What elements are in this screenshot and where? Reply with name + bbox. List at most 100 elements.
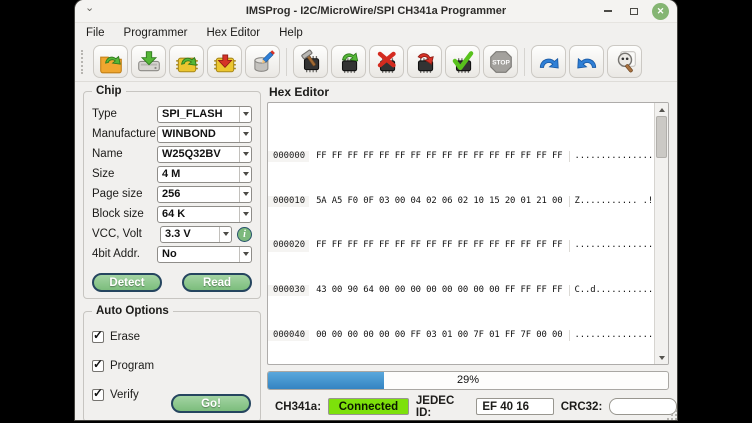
- import-part-button[interactable]: [169, 45, 204, 78]
- chip-manufacture-row: Manufacture WINBOND: [92, 124, 252, 144]
- type-select[interactable]: SPI_FLASH: [157, 106, 252, 123]
- jedec-id-label: JEDEC ID:: [416, 395, 469, 419]
- name-label: Name: [92, 148, 157, 160]
- crc32-field[interactable]: [609, 398, 677, 415]
- addr-4bit-select[interactable]: No: [157, 246, 252, 263]
- save-to-disk-icon: [136, 49, 162, 75]
- hex-bytes[interactable]: FF FF FF FF FF FF FF FF FF FF FF FF FF F…: [309, 240, 562, 251]
- size-label: Size: [92, 168, 157, 180]
- hex-ascii[interactable]: ................: [569, 330, 655, 341]
- menu-item[interactable]: File: [86, 27, 105, 39]
- hex-address: 000040: [268, 330, 309, 341]
- chip-vcc-row: VCC, Volt 3.3 V i: [92, 224, 252, 244]
- chip-group-title: Chip: [92, 85, 126, 97]
- menu-item[interactable]: Help: [279, 27, 303, 39]
- verify-chip-button[interactable]: [445, 45, 480, 78]
- read-chip-button[interactable]: [331, 45, 366, 78]
- hex-row: 000040 00 00 00 00 00 00 FF 03 01 00 7F …: [268, 330, 654, 341]
- erase-chip-button[interactable]: [369, 45, 404, 78]
- save-file-button[interactable]: [131, 45, 166, 78]
- erase-label: Erase: [110, 331, 140, 343]
- jedec-id-field[interactable]: EF 40 16: [476, 398, 553, 415]
- chevron-down-icon: [239, 127, 251, 142]
- menu-item[interactable]: Hex Editor: [206, 27, 260, 39]
- chevron-down-icon: [239, 107, 251, 122]
- chip-pagesize-row: Page size 256: [92, 184, 252, 204]
- crc32-label: CRC32:: [561, 401, 603, 413]
- addr-4bit-value: No: [158, 247, 239, 262]
- program-checkbox[interactable]: ✓: [92, 360, 104, 372]
- erase-checkbox[interactable]: ✓: [92, 331, 104, 343]
- chip-write-icon: [412, 49, 438, 75]
- hex-editor-panel: Hex Editor 000000 FF FF FF FF FF FF FF F…: [267, 84, 669, 390]
- chip-import-icon: [174, 49, 200, 75]
- stop-button[interactable]: STOP: [483, 45, 518, 78]
- chip-size-row: Size 4 M: [92, 164, 252, 184]
- edit-buffer-button[interactable]: [245, 45, 280, 78]
- hex-ascii[interactable]: C..d............: [569, 285, 655, 296]
- chip-groupbox: Chip Type SPI_FLASH Manufacture WINBOND: [83, 91, 261, 299]
- svg-text:STOP: STOP: [492, 59, 510, 66]
- page-size-value: 256: [158, 187, 239, 202]
- chip-4bit-row: 4bit Addr. No: [92, 244, 252, 264]
- scroll-up-icon[interactable]: [656, 104, 667, 115]
- hex-address: 000030: [268, 285, 309, 296]
- block-size-label: Block size: [92, 208, 157, 220]
- name-select[interactable]: W25Q32BV: [157, 146, 252, 163]
- manufacture-select[interactable]: WINBOND: [157, 126, 252, 143]
- window-menu-icon[interactable]: ⌄: [85, 1, 94, 14]
- block-size-select[interactable]: 64 K: [157, 206, 252, 223]
- minimize-button[interactable]: [600, 3, 616, 19]
- write-chip-button[interactable]: [407, 45, 442, 78]
- hex-bytes[interactable]: FF FF FF FF FF FF FF FF FF FF FF FF FF F…: [309, 151, 562, 162]
- vcc-label: VCC, Volt: [92, 228, 160, 240]
- undo-button[interactable]: [531, 45, 566, 78]
- resize-grip[interactable]: [671, 414, 673, 416]
- scroll-down-icon[interactable]: [656, 352, 667, 363]
- hex-ascii[interactable]: ................: [569, 240, 655, 251]
- export-part-button[interactable]: [207, 45, 242, 78]
- check-icon: ✓: [93, 328, 103, 342]
- program-label: Program: [110, 360, 154, 372]
- info-icon[interactable]: i: [237, 227, 252, 242]
- scrollbar-thumb[interactable]: [656, 116, 667, 158]
- find-button[interactable]: [607, 45, 642, 78]
- chip-detect-icon: [298, 49, 324, 75]
- detect-chip-button[interactable]: [293, 45, 328, 78]
- close-button[interactable]: ✕: [652, 3, 669, 20]
- menu-item[interactable]: Programmer: [124, 27, 188, 39]
- stop-sign-icon: STOP: [488, 49, 514, 75]
- redo-button[interactable]: [569, 45, 604, 78]
- window-title: IMSProg - I2C/MicroWire/SPI CH341a Progr…: [75, 5, 677, 17]
- hex-address: 000010: [268, 196, 309, 207]
- block-size-value: 64 K: [158, 207, 239, 222]
- open-file-button[interactable]: [93, 45, 128, 78]
- read-button[interactable]: Read: [182, 273, 252, 292]
- page-size-select[interactable]: 256: [157, 186, 252, 203]
- type-label: Type: [92, 108, 157, 120]
- hex-bytes[interactable]: 5A A5 F0 0F 03 00 04 02 06 02 10 15 20 0…: [309, 196, 562, 207]
- size-value: 4 M: [158, 167, 239, 182]
- hex-bytes[interactable]: 43 00 90 64 00 00 00 00 00 00 00 00 FF F…: [309, 285, 562, 296]
- chip-export-icon: [212, 49, 238, 75]
- connection-status-badge: Connected: [328, 398, 409, 415]
- vcc-select[interactable]: 3.3 V: [160, 226, 232, 243]
- addr-4bit-label: 4bit Addr.: [92, 248, 157, 260]
- vertical-scrollbar[interactable]: [654, 103, 668, 364]
- hex-ascii[interactable]: Z........... .!.: [569, 196, 655, 207]
- undo-arrow-icon: [536, 49, 562, 75]
- chevron-down-icon: [239, 187, 251, 202]
- toolbar-drag-handle[interactable]: [81, 50, 87, 74]
- hex-row: 000030 43 00 90 64 00 00 00 00 00 00 00 …: [268, 285, 654, 296]
- status-bar: CH341a: Connected JEDEC ID: EF 40 16 CRC…: [75, 393, 677, 420]
- detect-button[interactable]: Detect: [92, 273, 162, 292]
- hex-row: 000020 FF FF FF FF FF FF FF FF FF FF FF …: [268, 240, 654, 251]
- size-select[interactable]: 4 M: [157, 166, 252, 183]
- hex-ascii[interactable]: ................: [569, 151, 655, 162]
- name-value: W25Q32BV: [158, 147, 239, 162]
- hex-bytes[interactable]: 00 00 00 00 00 00 FF 03 01 00 7F 01 FF 7…: [309, 330, 562, 341]
- maximize-button[interactable]: [626, 3, 642, 19]
- redo-arrow-icon: [574, 49, 600, 75]
- manufacture-value: WINBOND: [158, 127, 239, 142]
- toolbar-separator: [524, 48, 525, 76]
